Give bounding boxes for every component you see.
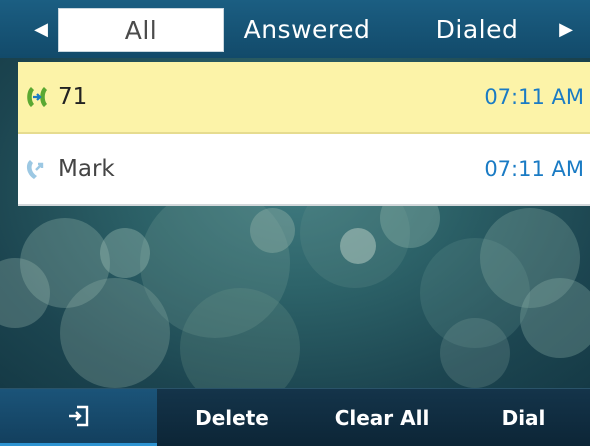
delete-button[interactable]: Delete bbox=[157, 389, 307, 446]
call-time: 07:11 AM bbox=[484, 85, 584, 109]
tab-all-label: All bbox=[124, 15, 158, 45]
tab-answered-label: Answered bbox=[243, 14, 371, 44]
clear-all-button[interactable]: Clear All bbox=[307, 389, 457, 446]
tab-answered[interactable]: Answered bbox=[228, 8, 386, 50]
call-list: 71 07:11 AM Mark 07:11 AM bbox=[18, 62, 590, 206]
call-history-screen: ◀ All Answered Dialed ▶ 71 07:11 AM Mark… bbox=[0, 0, 590, 446]
call-list-item[interactable]: Mark 07:11 AM bbox=[18, 134, 590, 206]
triangle-right-icon[interactable]: ▶ bbox=[551, 0, 581, 58]
tab-dialed[interactable]: Dialed bbox=[412, 8, 542, 50]
missed-call-icon bbox=[22, 84, 58, 110]
call-time: 07:11 AM bbox=[484, 157, 584, 181]
exit-icon bbox=[66, 403, 92, 434]
caller-name: Mark bbox=[58, 156, 115, 182]
answered-call-icon bbox=[22, 156, 58, 182]
dial-button[interactable]: Dial bbox=[457, 389, 590, 446]
tab-dialed-label: Dialed bbox=[435, 14, 519, 44]
tab-bar: ◀ All Answered Dialed ▶ bbox=[0, 0, 590, 58]
call-list-item[interactable]: 71 07:11 AM bbox=[18, 62, 590, 134]
triangle-left-icon[interactable]: ◀ bbox=[26, 0, 56, 58]
tab-all[interactable]: All bbox=[58, 8, 224, 52]
softkey-bar: Delete Clear All Dial bbox=[0, 388, 590, 446]
back-softkey[interactable] bbox=[0, 389, 157, 446]
caller-name: 71 bbox=[58, 84, 88, 110]
